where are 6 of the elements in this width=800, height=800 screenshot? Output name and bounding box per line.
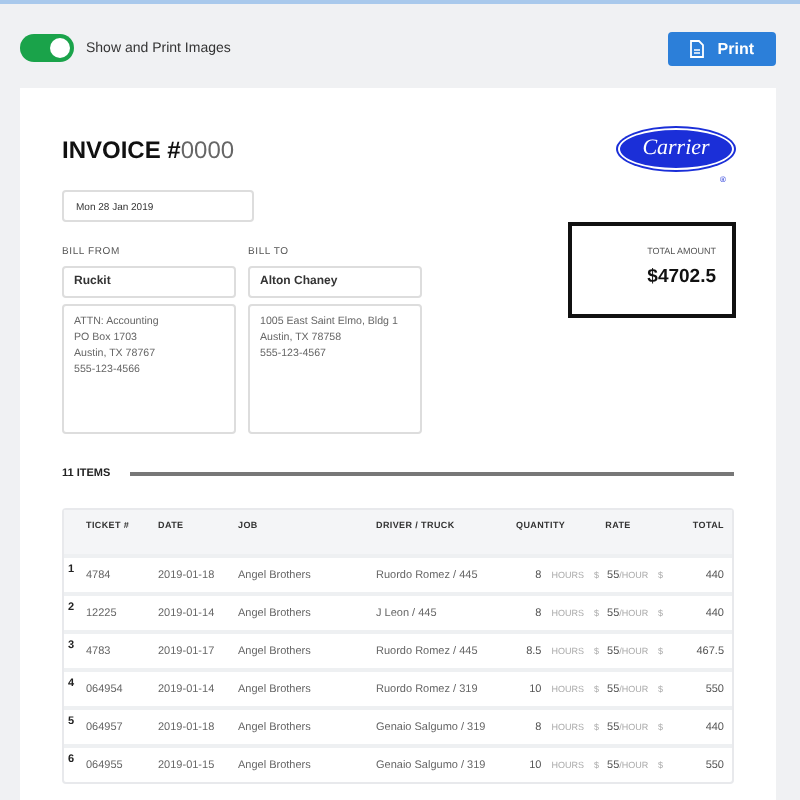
print-button[interactable]: Print [667, 31, 776, 65]
total-value: $4702.5 [647, 266, 716, 288]
invoice-title: INVOICE #0000 [62, 136, 237, 164]
document-icon [689, 39, 704, 57]
images-toggle[interactable] [20, 34, 74, 62]
logo: Carrier [618, 128, 734, 170]
